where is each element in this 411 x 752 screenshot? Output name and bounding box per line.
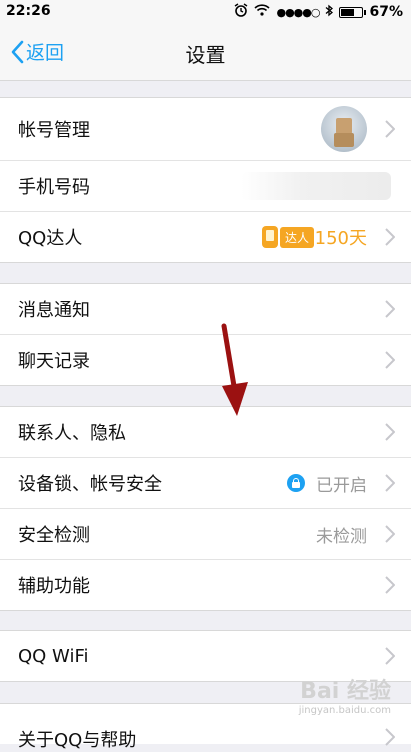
row-contacts-privacy[interactable]: 联系人、隐私 (0, 407, 411, 458)
row-label: 聊天记录 (18, 351, 90, 372)
row-label: QQ WiFi (18, 645, 89, 667)
row-message-notify[interactable]: 消息通知 (0, 284, 411, 335)
row-account-manage[interactable]: 帐号管理 (0, 98, 411, 161)
watermark-sub: jingyan.baidu.com (298, 705, 391, 716)
status-time: 22:26 (6, 3, 51, 19)
chevron-right-icon (385, 120, 395, 138)
daren-badge-text: 达人 (279, 226, 314, 248)
chevron-right-icon (385, 525, 395, 543)
phone-value-blurred (241, 172, 391, 200)
chevron-right-icon (385, 576, 395, 594)
status-indicators: ●●●●○ 67% (234, 3, 403, 21)
bluetooth-icon (325, 4, 334, 21)
battery-icon (339, 6, 367, 18)
battery-percent: 67% (369, 4, 403, 20)
chevron-right-icon (385, 647, 395, 665)
chevron-right-icon (385, 423, 395, 441)
row-label: 手机号码 (18, 177, 90, 198)
battery-fill (341, 8, 355, 16)
lock-icon (287, 474, 305, 492)
phone-icon (261, 226, 278, 248)
row-label: QQ达人 (18, 228, 83, 249)
signal-strength: ●●●●○ (276, 5, 320, 19)
row-accessibility[interactable]: 辅助功能 (0, 560, 411, 610)
row-chat-history[interactable]: 聊天记录 (0, 335, 411, 385)
watermark-main: Bai 经验 (300, 679, 391, 704)
row-label: 设备锁、帐号安全 (18, 474, 162, 495)
row-device-lock[interactable]: 设备锁、帐号安全 已开启 (0, 458, 411, 509)
alarm-icon (234, 3, 248, 21)
row-phone-number[interactable]: 手机号码 (0, 161, 411, 212)
chevron-right-icon (385, 474, 395, 492)
status-bar: 22:26 ●●●●○ 67% (0, 0, 411, 24)
watermark: Bai 经验 jingyan.baidu.com (299, 673, 391, 716)
nav-bar: 返回 设置 (0, 24, 411, 81)
avatar (321, 106, 367, 152)
chevron-right-icon (385, 228, 395, 246)
wifi-icon (254, 4, 271, 20)
daren-days: 150天 (314, 228, 367, 249)
notify-group: 消息通知 聊天记录 (0, 283, 411, 386)
annotation-arrow (221, 323, 248, 416)
row-label: 消息通知 (18, 300, 90, 321)
row-security-check[interactable]: 安全检测 未检测 (0, 509, 411, 560)
page-title: 设置 (185, 43, 226, 67)
device-lock-status: 已开启 (316, 475, 367, 496)
chevron-right-icon (385, 300, 395, 318)
row-label: 辅助功能 (18, 576, 90, 597)
account-group: 帐号管理 手机号码 QQ达人 达人 150天 (0, 97, 411, 263)
security-check-status: 未检测 (316, 526, 367, 547)
daren-badge: 达人 (261, 226, 314, 248)
chevron-right-icon (385, 351, 395, 369)
privacy-group: 联系人、隐私 设备锁、帐号安全 已开启 安全检测 未检测 辅助功能 (0, 406, 411, 611)
row-qq-daren[interactable]: QQ达人 达人 150天 (0, 212, 411, 262)
row-label: 联系人、隐私 (18, 423, 126, 444)
row-label: 帐号管理 (18, 120, 90, 141)
row-label: 安全检测 (18, 525, 90, 546)
chevron-right-icon (385, 728, 395, 746)
